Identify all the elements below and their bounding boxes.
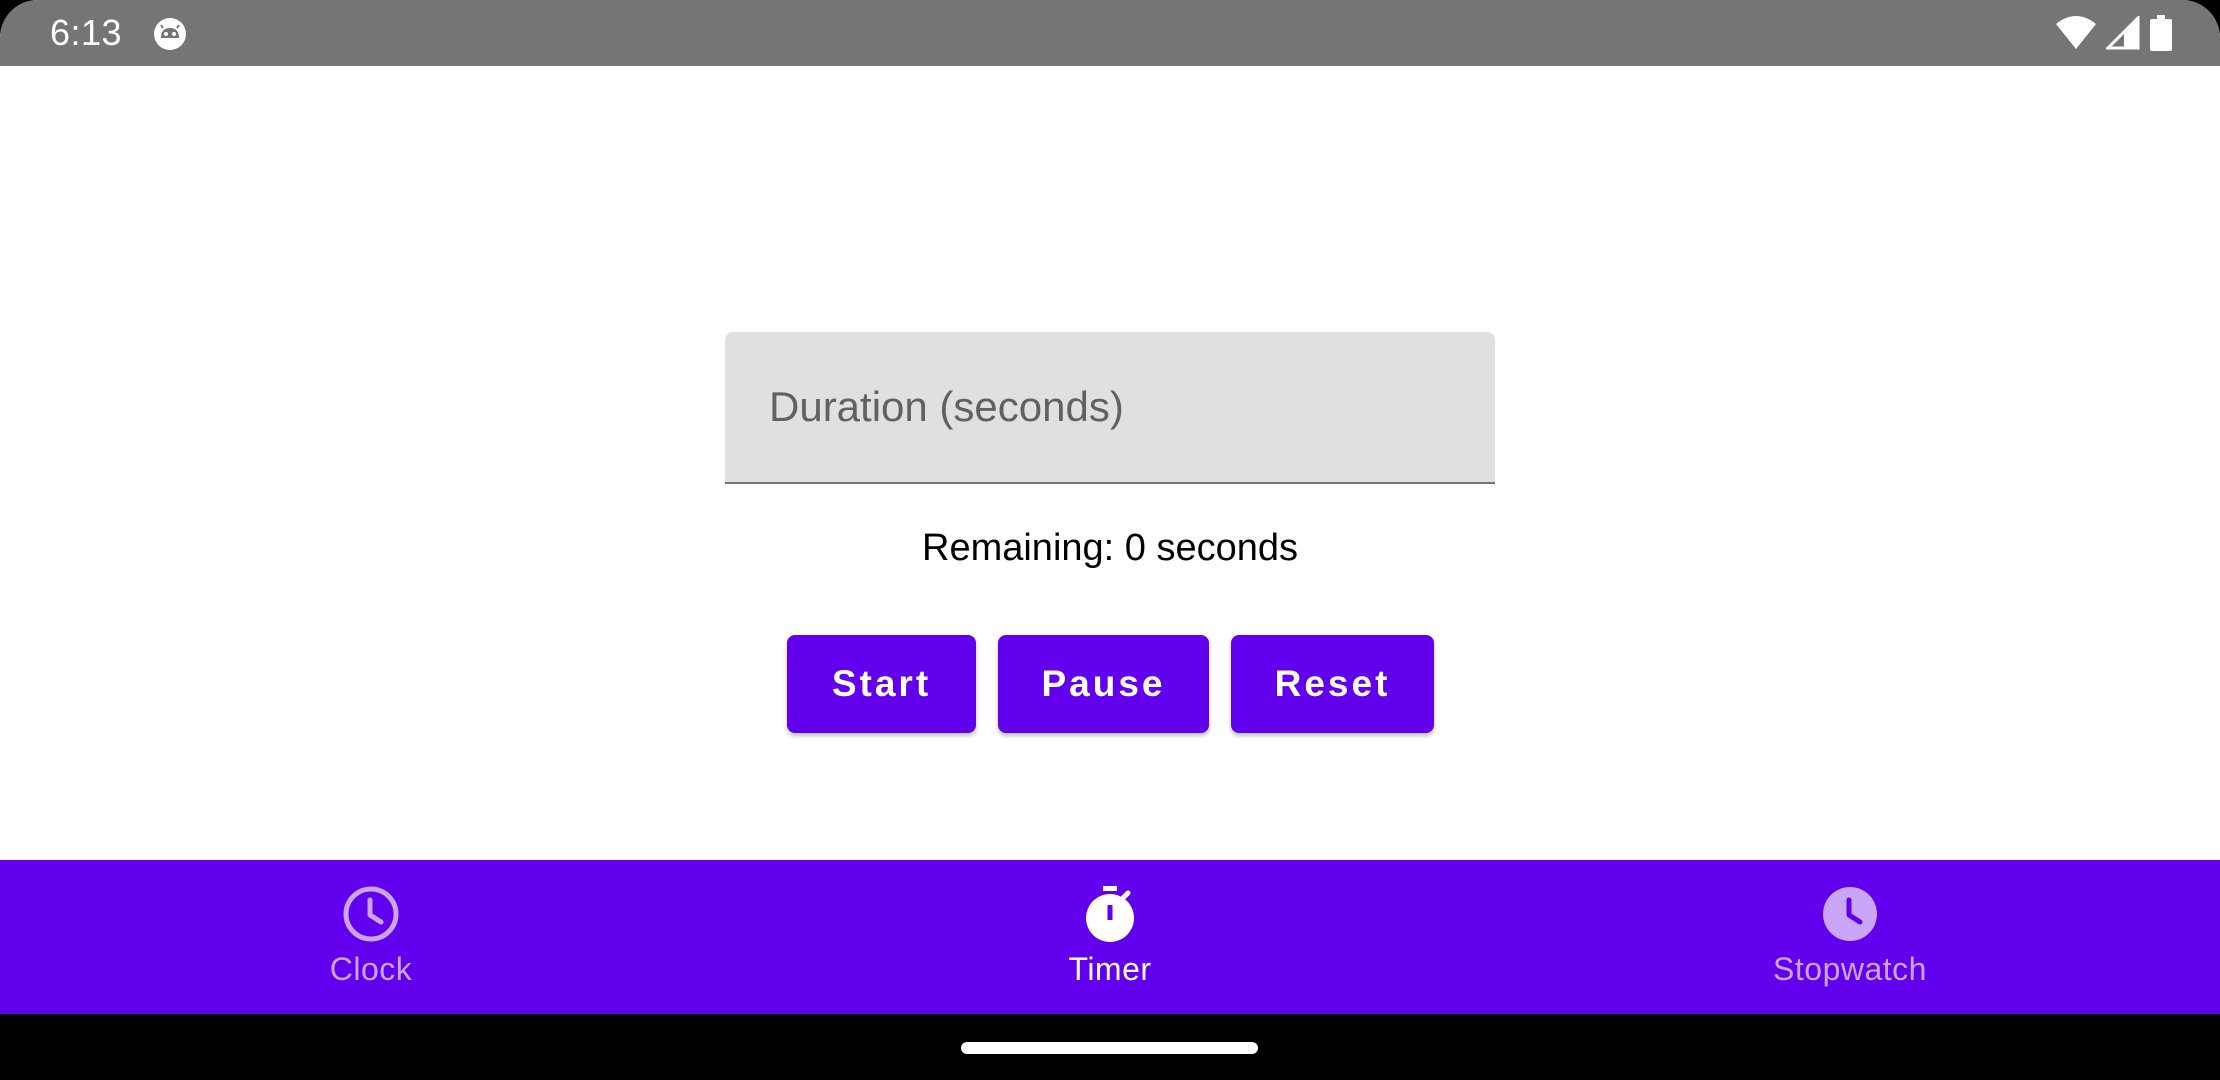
gesture-navigation-area xyxy=(0,1014,2220,1080)
timer-icon xyxy=(1080,884,1140,944)
start-button[interactable]: Start xyxy=(787,635,976,733)
cell-signal-icon xyxy=(2106,16,2140,50)
remaining-text: Remaining: 0 seconds xyxy=(922,527,1298,569)
battery-icon xyxy=(2150,15,2172,51)
android-face-icon xyxy=(152,16,188,52)
nav-label-stopwatch: Stopwatch xyxy=(1773,951,1927,987)
duration-input[interactable] xyxy=(725,332,1495,482)
bottom-navigation: Clock Timer Stopwatch xyxy=(0,860,2220,1014)
nav-item-timer[interactable]: Timer xyxy=(960,860,1260,1014)
status-bar: 6:13 xyxy=(0,0,2220,66)
duration-field[interactable] xyxy=(725,332,1495,484)
pause-button[interactable]: Pause xyxy=(998,635,1209,733)
nav-label-clock: Clock xyxy=(329,951,413,987)
nav-item-clock[interactable]: Clock xyxy=(221,860,521,1014)
home-gesture-handle[interactable] xyxy=(961,1042,1258,1054)
status-icons xyxy=(2056,14,2172,52)
status-time: 6:13 xyxy=(50,12,123,53)
app-screen: 6:13 Duration (seconds) Remaining: 0 sec… xyxy=(0,0,2220,1080)
clock-icon xyxy=(341,884,401,944)
reset-button[interactable]: Reset xyxy=(1231,635,1434,733)
wifi-icon xyxy=(2056,16,2096,50)
nav-label-timer: Timer xyxy=(1068,951,1152,987)
timer-screen: Remaining: 0 seconds Start Pause Reset xyxy=(0,66,2220,860)
stopwatch-icon xyxy=(1820,884,1880,944)
nav-item-stopwatch[interactable]: Stopwatch xyxy=(1700,860,2000,1014)
